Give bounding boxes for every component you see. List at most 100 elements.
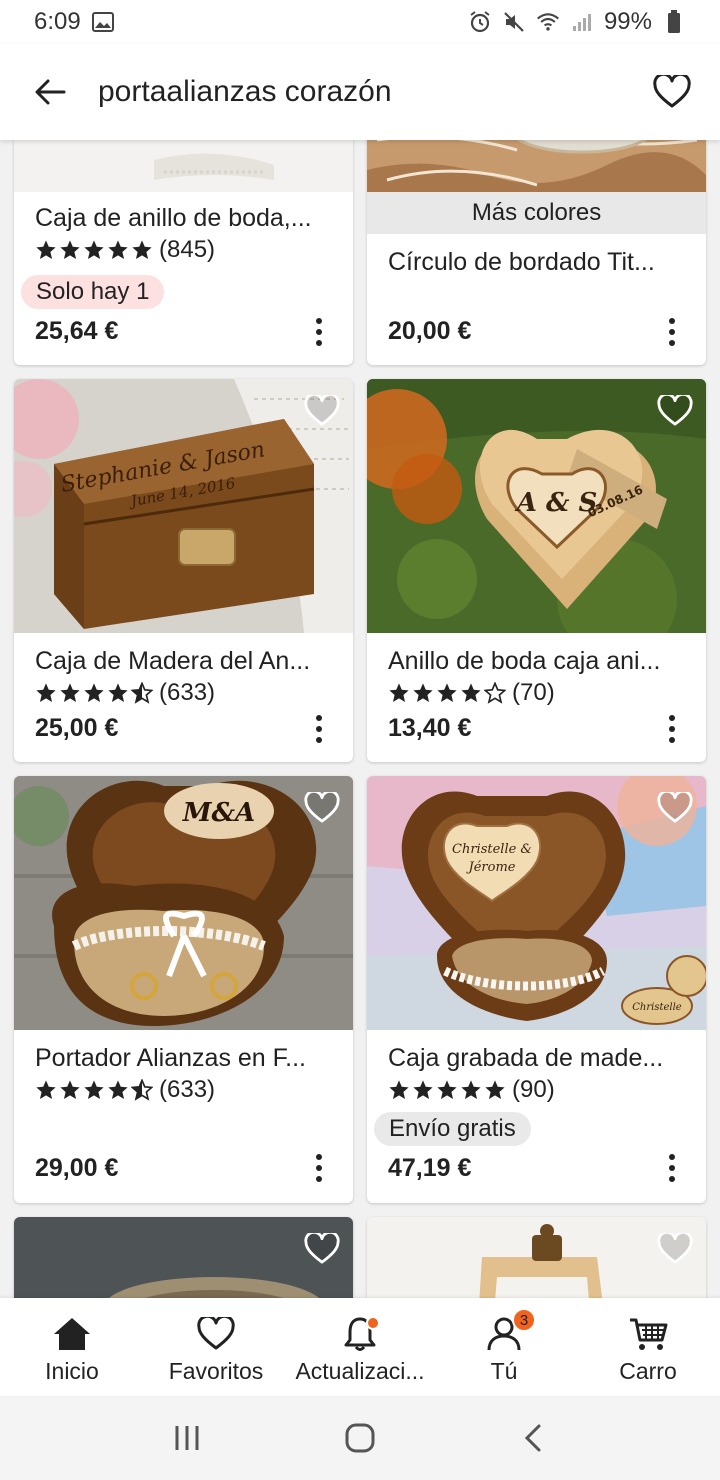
more-options-button[interactable] (309, 314, 329, 350)
more-options-button[interactable] (662, 1150, 682, 1186)
nav-label: Favoritos (168, 1358, 264, 1384)
star-icon (84, 683, 104, 702)
listing-title[interactable]: Caja de anillo de boda,... (35, 204, 335, 233)
notification-dot (366, 1316, 380, 1330)
star-icon (389, 683, 409, 702)
engraving-tag: Christelle (632, 1002, 682, 1013)
heart-icon (194, 1314, 238, 1354)
star-icon (36, 240, 56, 259)
heart-icon (657, 1233, 693, 1264)
favorite-listing-button[interactable] (651, 1225, 699, 1273)
rating-count: (845) (159, 236, 216, 263)
nav-label: Tú (490, 1358, 518, 1384)
recent-apps-icon (175, 1426, 199, 1450)
listing-card[interactable]: M&A Portador Alianzas en F... (633) 29,0… (14, 776, 353, 1203)
star-icon (389, 1080, 409, 1099)
star-rating (388, 1079, 506, 1101)
back-button[interactable] (30, 72, 70, 112)
favorite-listing-button[interactable] (298, 1225, 346, 1273)
listing-card[interactable] (14, 1217, 353, 1298)
listing-card[interactable]: Más colores Círculo de bordado Tit... 20… (367, 140, 706, 365)
nav-item-you[interactable]: 3 Tú (432, 1298, 576, 1396)
alarm-icon (468, 11, 492, 33)
listing-card[interactable] (367, 1217, 706, 1298)
star-icon (413, 1080, 433, 1099)
rating-count: (633) (159, 1076, 216, 1103)
back-system-button[interactable] (503, 1408, 563, 1468)
cart-icon (626, 1314, 670, 1354)
star-icon (60, 240, 80, 259)
star-icon (60, 1080, 80, 1099)
heart-icon (304, 792, 340, 823)
heart-icon (304, 1233, 340, 1264)
favorite-listing-button[interactable] (651, 784, 699, 832)
home-button[interactable] (330, 1408, 390, 1468)
listing-card[interactable]: Christelle & Jérome Christelle Caja grab… (367, 776, 706, 1203)
favorite-listing-button[interactable] (298, 784, 346, 832)
home-icon (50, 1314, 94, 1354)
listing-price: 29,00 € (35, 1154, 119, 1182)
listing-card[interactable]: Caja de anillo de boda,... (845) Solo ha… (14, 140, 353, 365)
star-half-icon (131, 682, 153, 704)
star-icon (132, 240, 152, 259)
rating-count: (90) (512, 1076, 555, 1103)
listing-price: 20,00 € (388, 317, 472, 345)
listing-card[interactable]: A & S 03.08.16 Anillo de boda caja ani..… (367, 379, 706, 762)
system-nav-bar (0, 1396, 720, 1480)
listing-title[interactable]: Caja de Madera del An... (35, 647, 335, 676)
more-options-button[interactable] (662, 314, 682, 350)
star-icon (84, 240, 104, 259)
star-rating (35, 682, 153, 704)
star-icon (437, 683, 457, 702)
star-half-icon (131, 1079, 153, 1101)
star-rating (35, 239, 153, 261)
app-bar: portaalianzas corazón (0, 44, 720, 140)
bottom-nav: Inicio Favoritos Actualizaci... 3 Tú Car… (0, 1298, 720, 1396)
listing-rating: (633) (35, 679, 215, 707)
signal-icon (570, 11, 594, 33)
star-rating (388, 682, 506, 704)
listing-image[interactable] (14, 140, 353, 192)
listing-title[interactable]: Caja grabada de made... (388, 1044, 688, 1073)
favorite-listing-button[interactable] (651, 387, 699, 435)
nav-label: Inicio (45, 1358, 99, 1384)
engraving-initials: A & S (514, 488, 598, 518)
more-options-button[interactable] (662, 711, 682, 747)
listing-title[interactable]: Anillo de boda caja ani... (388, 647, 688, 676)
listing-card[interactable]: Stephanie & Jason June 14, 2016 Caja de … (14, 379, 353, 762)
nav-item-favorites[interactable]: Favoritos (144, 1298, 288, 1396)
chevron-left-icon (525, 1424, 541, 1452)
listing-title[interactable]: Círculo de bordado Tit... (388, 248, 688, 277)
listing-rating: (845) (35, 236, 215, 264)
nav-label: Actualizaci... (295, 1358, 425, 1384)
favorite-listing-button[interactable] (298, 387, 346, 435)
star-icon (108, 240, 128, 259)
favorite-search-button[interactable] (648, 68, 696, 116)
star-icon (36, 683, 56, 702)
nav-item-updates[interactable]: Actualizaci... (288, 1298, 432, 1396)
star-icon (60, 683, 80, 702)
listing-rating: (633) (35, 1076, 215, 1104)
person-icon: 3 (482, 1308, 536, 1354)
nav-label: Carro (619, 1358, 677, 1384)
star-icon (108, 1080, 128, 1099)
listing-image[interactable] (367, 140, 706, 192)
recent-apps-button[interactable] (157, 1408, 217, 1468)
more-options-button[interactable] (309, 711, 329, 747)
star-icon (461, 1080, 481, 1099)
nav-item-cart[interactable]: Carro (576, 1298, 720, 1396)
heart-icon (657, 395, 693, 426)
search-query[interactable]: portaalianzas corazón (98, 75, 648, 109)
listing-title[interactable]: Portador Alianzas en F... (35, 1044, 335, 1073)
star-empty-icon (484, 682, 506, 704)
star-icon (108, 683, 128, 702)
nav-item-home[interactable]: Inicio (0, 1298, 144, 1396)
more-options-button[interactable] (309, 1150, 329, 1186)
notification-count-badge: 3 (512, 1308, 536, 1332)
results-grid: Caja de anillo de boda,... (845) Solo ha… (0, 140, 720, 1298)
heart-icon (653, 75, 691, 108)
battery-percent: 99% (603, 8, 652, 35)
free-shipping-badge: Envío gratis (374, 1112, 531, 1146)
more-colors-label: Más colores (367, 192, 706, 234)
star-icon (485, 1080, 505, 1099)
